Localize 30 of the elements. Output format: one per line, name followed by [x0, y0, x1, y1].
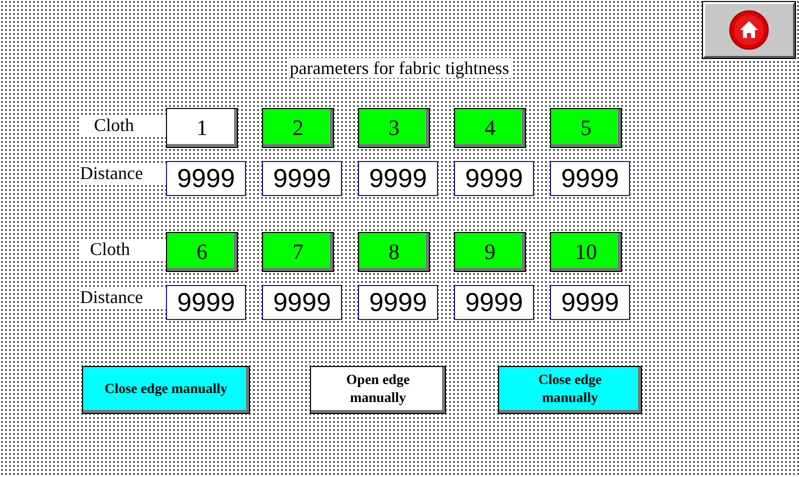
cloth-button[interactable]: 1	[166, 108, 238, 148]
cloth-label: Cloth	[80, 239, 166, 259]
cloth-button[interactable]: 3	[358, 108, 430, 148]
cloth-label: Cloth	[80, 115, 166, 135]
distance-field[interactable]: 9999	[550, 160, 630, 196]
distance-field[interactable]: 9999	[166, 284, 246, 320]
cloth-button[interactable]: 5	[550, 108, 622, 148]
cloth-button[interactable]: 8	[358, 232, 430, 272]
distance-field[interactable]: 9999	[166, 160, 246, 196]
distance-label: Distance	[80, 287, 166, 307]
distance-field[interactable]: 9999	[454, 160, 534, 196]
home-button[interactable]	[703, 2, 795, 58]
cloth-button[interactable]: 10	[550, 232, 622, 272]
home-icon	[729, 10, 769, 50]
cloth-button[interactable]: 9	[454, 232, 526, 272]
cloth-button[interactable]: 4	[454, 108, 526, 148]
cloth-button[interactable]: 2	[262, 108, 334, 148]
distance-field[interactable]: 9999	[262, 284, 342, 320]
cloth-button[interactable]: 7	[262, 232, 334, 272]
distance-field[interactable]: 9999	[454, 284, 534, 320]
distance-label: Distance	[80, 163, 166, 183]
cloth-button[interactable]: 6	[166, 232, 238, 272]
edge-button[interactable]: Open edge manually	[310, 366, 446, 414]
distance-field[interactable]: 9999	[550, 284, 630, 320]
page-title: parameters for fabric tightness	[288, 58, 512, 78]
distance-field[interactable]: 9999	[262, 160, 342, 196]
edge-button[interactable]: Close edge manually	[82, 366, 250, 414]
distance-field[interactable]: 9999	[358, 160, 438, 196]
edge-button[interactable]: Close edge manually	[498, 366, 642, 414]
distance-field[interactable]: 9999	[358, 284, 438, 320]
